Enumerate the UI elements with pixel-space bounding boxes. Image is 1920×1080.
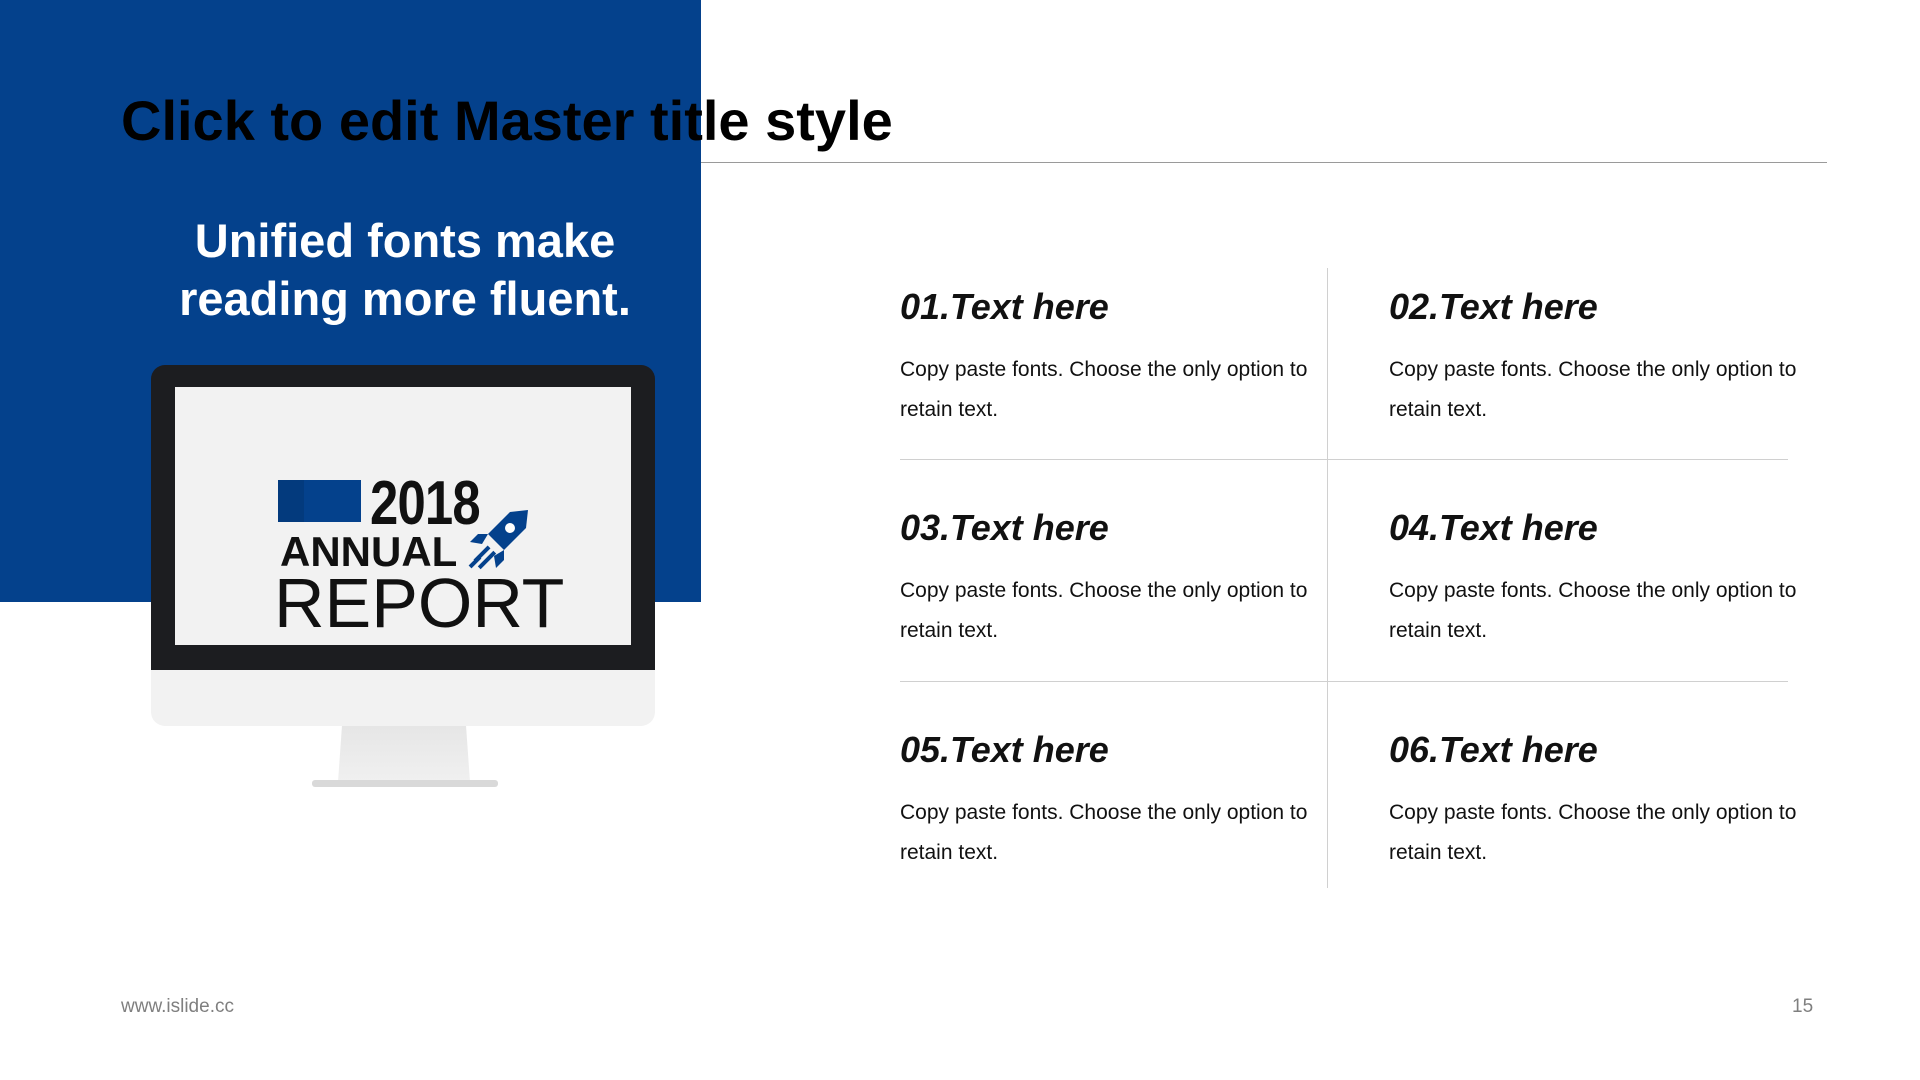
- item-title[interactable]: 06.Text here: [1389, 729, 1809, 771]
- title-divider: [701, 162, 1827, 163]
- item-description[interactable]: Copy paste fonts. Choose the only option…: [1389, 793, 1809, 873]
- grid-vertical-divider: [1327, 268, 1328, 888]
- tagline-text[interactable]: Unified fonts make reading more fluent.: [150, 212, 660, 328]
- report-logo-block: [278, 480, 361, 522]
- grid-horizontal-divider: [900, 459, 1788, 460]
- item-description[interactable]: Copy paste fonts. Choose the only option…: [1389, 350, 1809, 430]
- rocket-icon: [468, 510, 528, 570]
- slide-title[interactable]: Click to edit Master title style: [121, 88, 893, 153]
- footer-url: www.islide.cc: [121, 996, 234, 1017]
- text-item-05: 05.Text here Copy paste fonts. Choose th…: [900, 729, 1320, 873]
- item-title[interactable]: 01.Text here: [900, 286, 1320, 328]
- text-item-01: 01.Text here Copy paste fonts. Choose th…: [900, 286, 1320, 430]
- item-title[interactable]: 03.Text here: [900, 507, 1320, 549]
- monitor-chin: [151, 670, 655, 726]
- item-title[interactable]: 05.Text here: [900, 729, 1320, 771]
- grid-horizontal-divider: [900, 681, 1788, 682]
- text-item-06: 06.Text here Copy paste fonts. Choose th…: [1389, 729, 1809, 873]
- item-description[interactable]: Copy paste fonts. Choose the only option…: [900, 793, 1320, 873]
- item-description[interactable]: Copy paste fonts. Choose the only option…: [900, 571, 1320, 651]
- monitor-stand-foot: [312, 780, 498, 787]
- report-label: REPORT: [274, 564, 565, 642]
- monitor-stand-neck: [338, 726, 470, 782]
- item-description[interactable]: Copy paste fonts. Choose the only option…: [1389, 571, 1809, 651]
- text-item-02: 02.Text here Copy paste fonts. Choose th…: [1389, 286, 1809, 430]
- text-item-03: 03.Text here Copy paste fonts. Choose th…: [900, 507, 1320, 651]
- page-number: 15: [1792, 996, 1814, 1017]
- text-item-04: 04.Text here Copy paste fonts. Choose th…: [1389, 507, 1809, 651]
- item-title[interactable]: 02.Text here: [1389, 286, 1809, 328]
- item-description[interactable]: Copy paste fonts. Choose the only option…: [900, 350, 1320, 430]
- item-title[interactable]: 04.Text here: [1389, 507, 1809, 549]
